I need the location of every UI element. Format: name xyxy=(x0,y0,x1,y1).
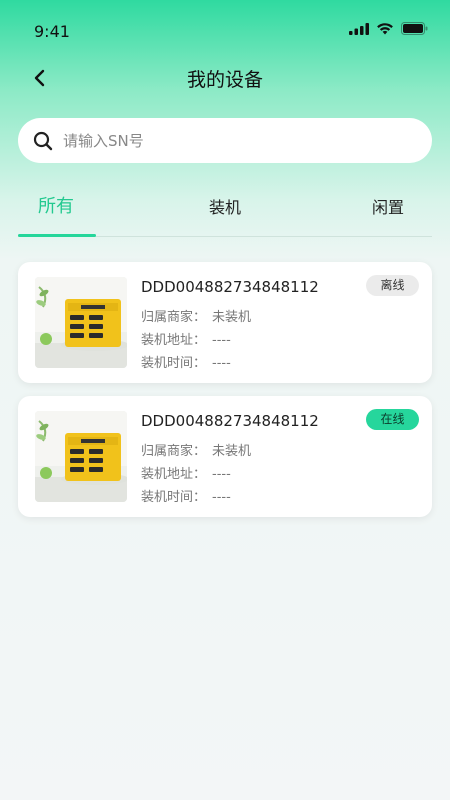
device-sn: DDD004882734848112 xyxy=(141,278,319,296)
address-value: ---- xyxy=(212,333,231,348)
status-badge: 在线 xyxy=(366,409,419,430)
device-image xyxy=(35,277,127,368)
install-time-value: ---- xyxy=(212,356,231,371)
search-bar[interactable] xyxy=(18,118,432,163)
status-icons xyxy=(349,22,428,35)
install-time-value: ---- xyxy=(212,490,231,505)
address-label: 装机地址： xyxy=(141,333,207,348)
tab-all[interactable]: 所有 xyxy=(38,192,74,218)
active-tab-indicator xyxy=(18,234,96,237)
status-bar: 9:41 xyxy=(0,0,450,56)
device-card[interactable]: DDD004882734848112 归属商家： 未装机 装机地址： ---- 装机… xyxy=(18,262,432,383)
merchant-row: 归属商家： 未装机 xyxy=(141,306,251,325)
tab-installed[interactable]: 装机 xyxy=(209,194,241,218)
address-label: 装机地址： xyxy=(141,467,207,482)
address-row: 装机地址： ---- xyxy=(141,463,231,482)
merchant-label: 归属商家： xyxy=(141,310,207,325)
device-sn: DDD004882734848112 xyxy=(141,412,319,430)
device-card[interactable]: DDD004882734848112 归属商家： 未装机 装机地址： ---- 装机… xyxy=(18,396,432,517)
merchant-row: 归属商家： 未装机 xyxy=(141,440,251,459)
merchant-label: 归属商家： xyxy=(141,444,207,459)
status-badge: 离线 xyxy=(366,275,419,296)
search-input[interactable] xyxy=(63,131,383,150)
wifi-icon xyxy=(377,23,393,35)
tab-idle[interactable]: 闲置 xyxy=(372,194,404,218)
install-time-row: 装机时间： ---- xyxy=(141,486,231,505)
cellular-signal-icon xyxy=(349,22,369,35)
merchant-value: 未装机 xyxy=(212,444,252,459)
address-row: 装机地址： ---- xyxy=(141,329,231,348)
filter-tabs: 所有 装机 闲置 xyxy=(18,180,432,237)
status-time: 9:41 xyxy=(34,22,70,41)
address-value: ---- xyxy=(212,467,231,482)
navigation-bar: 我的设备 xyxy=(0,56,450,100)
install-time-label: 装机时间： xyxy=(141,490,207,505)
install-time-label: 装机时间： xyxy=(141,356,207,371)
install-time-row: 装机时间： ---- xyxy=(141,352,231,371)
battery-icon xyxy=(401,22,428,35)
search-icon xyxy=(33,131,53,150)
device-image xyxy=(35,411,127,502)
page-title: 我的设备 xyxy=(186,69,263,91)
merchant-value: 未装机 xyxy=(212,310,252,325)
